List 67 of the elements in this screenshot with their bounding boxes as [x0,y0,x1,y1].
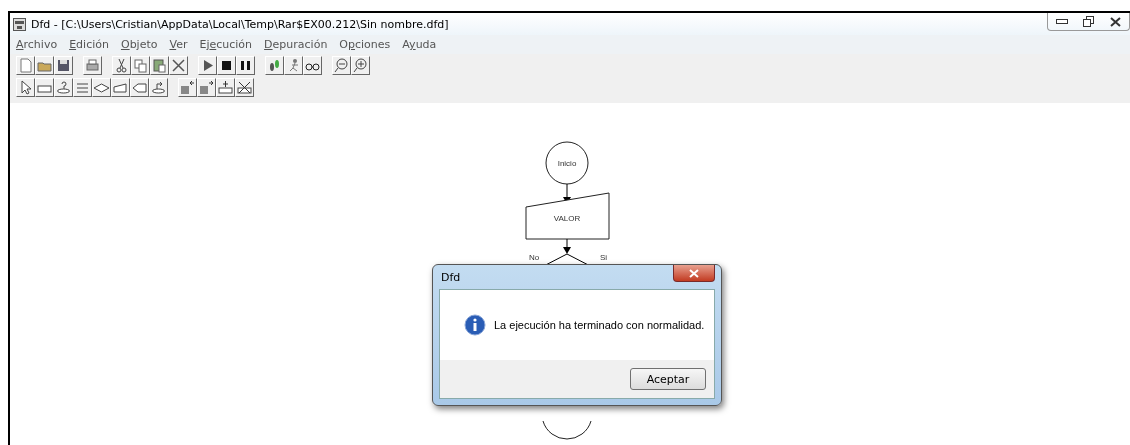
read-tool-button[interactable] [54,78,73,97]
return-icon [150,79,167,96]
watch-tool-button[interactable] [303,56,322,75]
insert-right-tool-button[interactable] [197,78,216,97]
node-label: Inicio [557,159,577,168]
restore-icon [1083,16,1094,27]
menu-item[interactable]: Objeto [120,38,158,51]
assign-tool-button[interactable] [35,78,54,97]
stop-tool-button[interactable] [217,56,236,75]
new-tool-button[interactable] [16,56,35,75]
connector-arrow [563,238,571,254]
scissors-icon [113,57,130,74]
pause-tool-button[interactable] [236,56,255,75]
menu-item[interactable]: Opciones [339,38,391,51]
app-icon [13,17,26,31]
print-tool-button[interactable] [83,56,102,75]
insert-above-tool-button[interactable] [216,78,235,97]
page-icon [17,57,34,74]
menu-item[interactable]: Ayuda [402,38,437,51]
minimize-icon [1055,19,1068,24]
menu-item[interactable]: Ejecución [199,38,253,51]
menu-item[interactable]: Ver [169,38,188,51]
arrow-right-icon [198,79,215,96]
open-tool-button[interactable] [35,56,54,75]
cut-tool-button[interactable] [112,56,131,75]
branch-label: No [529,253,540,262]
clipboard-icon [151,57,168,74]
dialog-close-button[interactable] [673,265,715,282]
window-title: Dfd - [C:\Users\Cristian\AppData\Local\Temp\Rar$EX00.212\Sin nombre.dfd] [31,17,450,31]
decision-tool-button[interactable] [92,78,111,97]
call-tool-button[interactable] [130,78,149,97]
zoom-minus-icon [333,57,350,74]
pointer-tool-button[interactable] [16,78,35,97]
run-slow-tool-button[interactable] [284,56,303,75]
insert-left-tool-button[interactable] [178,78,197,97]
read-icon [55,79,72,96]
arrow-left-icon [179,79,196,96]
printer-icon [84,57,101,74]
menu-item[interactable]: Edición [69,38,109,51]
save-tool-button[interactable] [54,56,73,75]
copy-icon [132,57,149,74]
paste-tool-button[interactable] [150,56,169,75]
close-icon [1110,16,1121,27]
info-icon [464,314,486,336]
remove-icon [236,79,253,96]
menu-item[interactable]: Archivo [16,38,58,51]
close-icon [689,268,699,278]
cross-icon [170,57,187,74]
output-tool-button[interactable] [111,78,130,97]
end-node [542,420,592,440]
remove-tool-button[interactable] [235,78,254,97]
loop-tool-button[interactable] [73,78,92,97]
node-label: VALOR [553,214,581,223]
zoom-in-tool-button[interactable] [351,56,370,75]
run-tool-button[interactable] [198,56,217,75]
copy-tool-button[interactable] [131,56,150,75]
insert-icon [217,79,234,96]
menu-item[interactable]: Depuración [264,38,328,51]
return-tool-button[interactable] [149,78,168,97]
zoom-plus-icon [352,57,369,74]
dialog-title: Dfd [440,270,461,284]
branch-label: Si [600,253,608,262]
dialog-message: La ejecución ha terminado con normalidad. [494,319,705,331]
zoom-out-tool-button[interactable] [332,56,351,75]
accept-button[interactable]: Aceptar [630,368,706,390]
step-tool-button[interactable] [265,56,284,75]
delete-tool-button[interactable] [169,56,188,75]
